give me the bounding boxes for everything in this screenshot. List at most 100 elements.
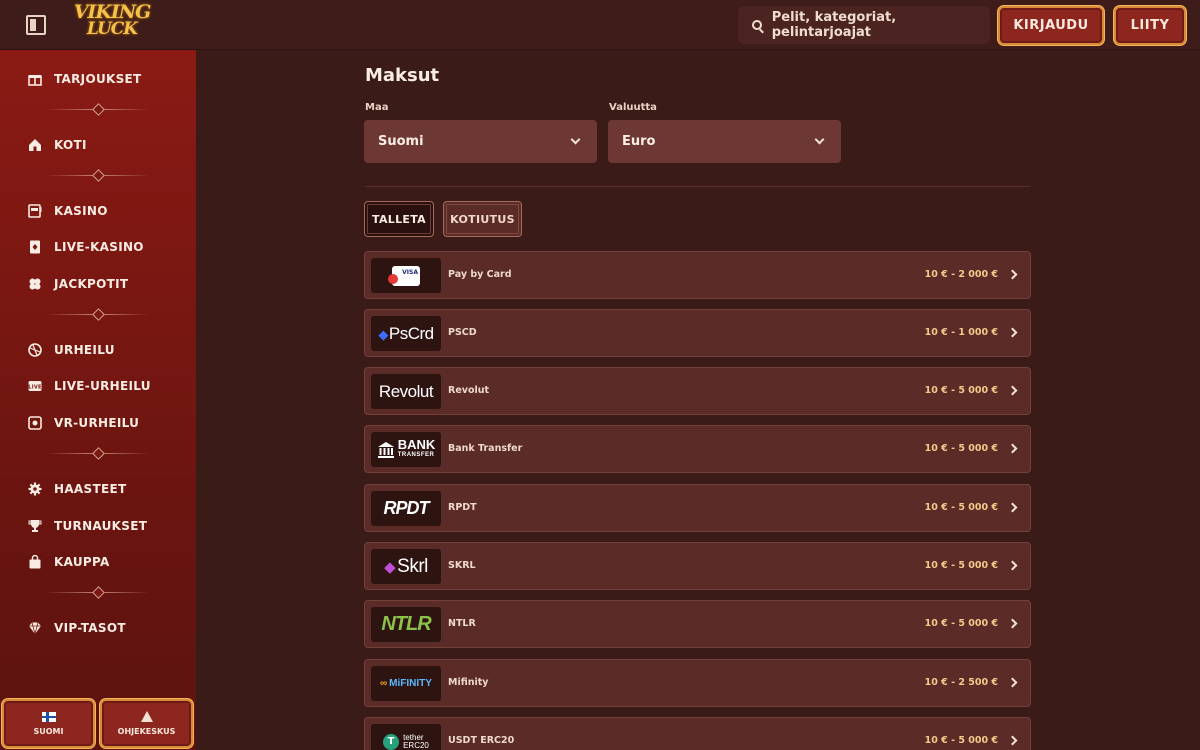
sidebar-item-haasteet[interactable]: HAASTEET: [0, 474, 196, 504]
payment-method-row[interactable]: T tether ERC20 USDT ERC20 10 € - 5 000 €: [364, 717, 1031, 750]
payment-logo: ◆PsCrd: [371, 316, 441, 351]
tab-withdrawal[interactable]: KOTIUTUS: [443, 201, 522, 237]
sidebar-item-vip-tasot[interactable]: VIP-TASOT: [0, 613, 196, 643]
sidebar-item-label: LIVE-URHEILU: [54, 379, 151, 393]
payment-method-row[interactable]: Revolut Revolut 10 € - 5 000 €: [364, 367, 1031, 415]
bag-icon: [28, 555, 42, 569]
payment-logo: RPDT: [371, 491, 441, 526]
mifinity-logo-icon: ∞: [380, 678, 388, 689]
sidebar-item-urheilu[interactable]: URHEILU: [0, 335, 196, 365]
chevron-down-icon: [814, 134, 825, 145]
chevron-right-icon: [1007, 443, 1018, 454]
payment-method-row[interactable]: BANK TRANSFER Bank Transfer 10 € - 5 000 …: [364, 425, 1031, 473]
warning-icon: [140, 711, 153, 722]
diamond-logo-icon: ◆: [384, 558, 396, 576]
sidebar-item-label: TURNAUKSET: [54, 519, 148, 533]
sidebar-item-live-kasino[interactable]: LIVE-KASINO: [0, 232, 196, 262]
sidebar-item-label: KOTI: [54, 138, 87, 152]
search-input[interactable]: Pelit, kategoriat, pelintarjoajat: [738, 6, 990, 44]
payment-method-row[interactable]: NTLR NTLR 10 € - 5 000 €: [364, 600, 1031, 648]
payment-method-row[interactable]: ◆ Skrl SKRL 10 € - 5 000 €: [364, 542, 1031, 590]
payment-method-name: USDT ERC20: [448, 735, 515, 746]
payment-method-range: 10 € - 5 000 €: [924, 618, 998, 629]
chevron-down-icon: [570, 134, 581, 145]
sidebar-item-label: URHEILU: [54, 343, 115, 357]
currency-value: Euro: [622, 134, 656, 149]
slot-machine-icon: [28, 204, 42, 218]
help-center-button[interactable]: OHJEKESKUS: [100, 699, 193, 748]
sidebar-item-kasino[interactable]: KASINO: [0, 196, 196, 226]
sidebar-divider: [46, 175, 150, 176]
payment-logo: BANK TRANSFER: [371, 432, 441, 467]
payment-method-name: Revolut: [448, 385, 490, 396]
sidebar-toggle-icon[interactable]: [26, 15, 46, 35]
payment-method-name: Bank Transfer: [448, 443, 523, 454]
sidebar-item-kauppa[interactable]: KAUPPA: [0, 547, 196, 577]
payment-method-row[interactable]: ◆PsCrd PSCD 10 € - 1 000 €: [364, 309, 1031, 357]
logo-line2: LUCK: [86, 19, 138, 39]
sidebar-item-label: HAASTEET: [54, 482, 127, 496]
login-button[interactable]: KIRJAUDU: [998, 6, 1104, 45]
sidebar-item-vr-urheilu[interactable]: VR-URHEILU: [0, 408, 196, 438]
top-bar: VIKING LUCK Pelit, kategoriat, pelintarj…: [0, 0, 1200, 50]
sidebar-divider: [46, 314, 150, 315]
payment-method-range: 10 € - 1 000 €: [924, 327, 998, 338]
currency-select[interactable]: Euro: [608, 120, 841, 163]
sidebar-divider: [46, 109, 150, 110]
diamond-logo-icon: ◆: [378, 326, 388, 342]
trophy-icon: [28, 519, 42, 533]
sidebar-divider: [46, 592, 150, 593]
payment-method-row[interactable]: RPDT RPDT 10 € - 5 000 €: [364, 484, 1031, 532]
payment-method-row[interactable]: VISA Pay by Card 10 € - 2 000 €: [364, 251, 1031, 299]
live-icon: LIVE: [28, 379, 42, 393]
search-placeholder: Pelit, kategoriat, pelintarjoajat: [771, 10, 897, 40]
payment-method-name: SKRL: [448, 560, 476, 571]
page-title: Maksut: [365, 65, 440, 86]
sidebar-item-label: JACKPOTIT: [54, 277, 129, 291]
site-logo[interactable]: VIKING LUCK: [70, 3, 154, 44]
chevron-right-icon: [1007, 677, 1018, 688]
gift-icon: [28, 72, 42, 86]
join-button[interactable]: LIITY: [1114, 6, 1186, 45]
payment-method-name: RPDT: [448, 502, 477, 513]
sidebar-item-live-urheilu[interactable]: LIVE LIVE-URHEILU: [0, 371, 196, 401]
payment-method-range: 10 € - 5 000 €: [924, 560, 998, 571]
country-value: Suomi: [378, 134, 424, 149]
payment-logo-text: MiFINITY: [389, 678, 432, 689]
section-divider: [365, 186, 1031, 187]
payment-logo: Revolut: [371, 374, 441, 409]
payment-method-row[interactable]: ∞ MiFINITY Mifinity 10 € - 2 500 €: [364, 659, 1031, 707]
bank-icon: [377, 441, 394, 458]
chevron-right-icon: [1007, 327, 1018, 338]
language-label: SUOMI: [33, 726, 64, 736]
payment-method-name: PSCD: [448, 327, 477, 338]
payment-logo-text: Skrl: [397, 555, 428, 577]
tab-deposit[interactable]: TALLETA: [364, 201, 434, 237]
payment-method-range: 10 € - 5 000 €: [924, 385, 998, 396]
chevron-right-icon: [1007, 502, 1018, 513]
chevron-right-icon: [1007, 735, 1018, 746]
chevron-right-icon: [1007, 618, 1018, 629]
search-icon: [752, 20, 762, 30]
svg-text:LIVE: LIVE: [28, 385, 42, 391]
card-logo-icon: VISA: [388, 265, 420, 286]
language-button[interactable]: SUOMI: [2, 699, 95, 748]
sidebar-item-tarjoukset[interactable]: TARJOUKSET: [0, 64, 196, 94]
payment-logo: VISA: [371, 258, 441, 293]
home-icon: [28, 138, 42, 152]
country-select[interactable]: Suomi: [364, 120, 597, 163]
sidebar-item-jackpotit[interactable]: JACKPOTIT: [0, 269, 196, 299]
card-icon: [28, 240, 42, 254]
payment-logo-subtext: TRANSFER: [397, 451, 435, 458]
gear-icon: [28, 482, 42, 496]
payment-logo-text: NTLR: [381, 613, 431, 635]
sidebar-item-label: KAUPPA: [54, 555, 110, 569]
sidebar-divider: [46, 453, 150, 454]
payment-logo-text: RPDT: [383, 498, 430, 518]
payment-logo-text: PsCrd: [388, 323, 434, 343]
sidebar-item-turnaukset[interactable]: TURNAUKSET: [0, 511, 196, 541]
payment-method-name: Mifinity: [448, 677, 489, 688]
country-label: Maa: [365, 102, 389, 113]
sidebar-item-koti[interactable]: KOTI: [0, 130, 196, 160]
chevron-right-icon: [1007, 385, 1018, 396]
